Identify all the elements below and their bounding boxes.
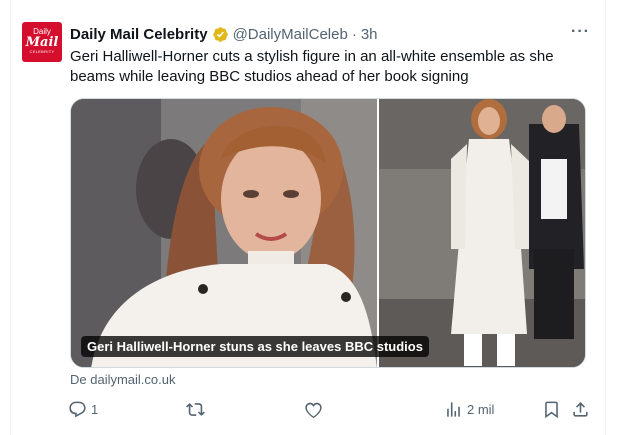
tweet-body: Daily Mail Celebrity @DailyMailCeleb · 3… bbox=[70, 23, 592, 87]
bookmark-icon bbox=[545, 401, 558, 419]
reply-button[interactable]: 1 bbox=[68, 400, 98, 419]
avatar[interactable]: Daily Mail CELEBRITY bbox=[22, 22, 62, 62]
handle[interactable]: @DailyMailCeleb bbox=[233, 26, 348, 43]
like-button[interactable] bbox=[304, 400, 323, 419]
tweet-actions: 1 2 mil bbox=[68, 400, 588, 422]
share-icon bbox=[573, 402, 588, 417]
display-name[interactable]: Daily Mail Celebrity bbox=[70, 26, 208, 43]
share-button[interactable] bbox=[571, 400, 590, 419]
fullbody-photo bbox=[378, 99, 585, 367]
portrait-photo bbox=[71, 99, 377, 367]
tweet-text: Geri Halliwell-Horner cuts a stylish fig… bbox=[70, 48, 554, 85]
link-source[interactable]: De dailymail.co.uk bbox=[70, 372, 176, 387]
tweet-header: Daily Mail Celebrity @DailyMailCeleb · 3… bbox=[70, 23, 592, 44]
views-icon bbox=[447, 402, 460, 417]
link-card-image[interactable]: Geri Halliwell-Horner stuns as she leave… bbox=[70, 98, 586, 368]
like-icon bbox=[305, 402, 322, 418]
avatar-line-2: Mail bbox=[25, 35, 59, 50]
verified-badge-icon[interactable] bbox=[212, 26, 229, 43]
more-options-icon[interactable]: ··· bbox=[571, 23, 590, 41]
timestamp[interactable]: 3h bbox=[361, 26, 378, 43]
retweet-icon bbox=[186, 403, 205, 416]
separator: · bbox=[351, 25, 357, 43]
reply-count: 1 bbox=[91, 402, 99, 417]
reply-icon bbox=[69, 401, 86, 418]
media-caption: Geri Halliwell-Horner stuns as she leave… bbox=[81, 336, 429, 357]
bookmark-button[interactable] bbox=[542, 400, 561, 419]
views-count: 2 mil bbox=[467, 402, 495, 417]
views-button[interactable]: 2 mil bbox=[444, 400, 494, 419]
retweet-button[interactable] bbox=[186, 400, 205, 419]
